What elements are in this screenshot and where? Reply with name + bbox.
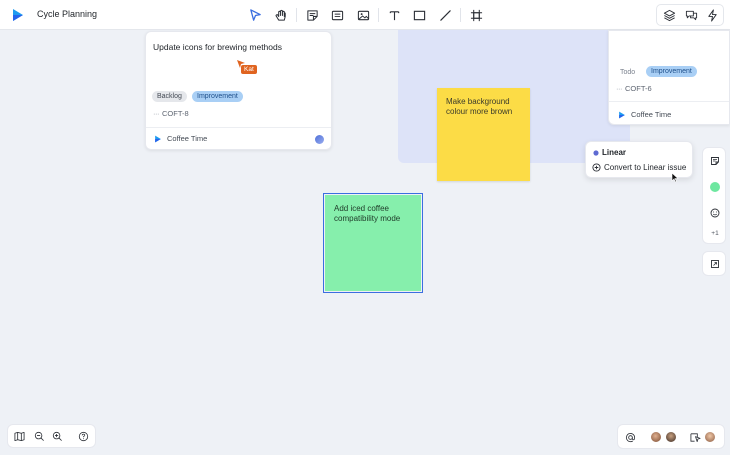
- reaction-button[interactable]: [708, 206, 722, 220]
- frame-tool-button[interactable]: [467, 6, 485, 24]
- status-tag: Backlog: [152, 91, 187, 102]
- help-button[interactable]: [77, 430, 90, 443]
- issue-card[interactable]: Update icons for brewing methods Backlog…: [145, 31, 332, 150]
- board-title[interactable]: Cycle Planning: [37, 9, 97, 19]
- mouse-pointer-icon: [671, 172, 679, 183]
- zoom-out-icon: [34, 431, 44, 441]
- card-divider: [609, 101, 729, 102]
- label-tag: Improvement: [646, 66, 697, 77]
- card-icon: [331, 10, 343, 20]
- pointer-tool-button[interactable]: [246, 6, 264, 24]
- popup-title: Linear: [602, 148, 627, 157]
- map-icon: [14, 431, 25, 442]
- minimap-button[interactable]: [13, 430, 26, 443]
- collaborator-avatar[interactable]: [650, 431, 662, 443]
- text-tool-button[interactable]: [385, 6, 403, 24]
- lightning-icon: [707, 8, 717, 22]
- issue-id: ··· COFT-8: [153, 109, 189, 118]
- follow-cursor-icon: [690, 433, 701, 443]
- text-icon: [389, 10, 399, 20]
- image-tool-button[interactable]: [354, 6, 372, 24]
- popup-header: Linear: [593, 148, 626, 157]
- rectangle-icon: [413, 10, 425, 20]
- sticky-note[interactable]: Make background colour more brown: [437, 88, 530, 181]
- frame-icon: [470, 9, 482, 21]
- help-icon: [78, 431, 89, 442]
- view-controls: [7, 424, 96, 448]
- priority-icon: ···: [616, 84, 623, 93]
- issue-id-text: COFT-8: [162, 109, 189, 118]
- toolbar-divider: [296, 8, 297, 22]
- assignee-avatar[interactable]: [315, 135, 324, 144]
- reaction-count[interactable]: +1: [708, 226, 722, 240]
- linear-logo-icon: [619, 111, 625, 118]
- image-icon: [357, 10, 369, 20]
- team-name: Coffee Time: [167, 134, 208, 143]
- layers-button[interactable]: [660, 6, 678, 24]
- comments-icon: [685, 10, 697, 20]
- toolbar-divider: [378, 8, 379, 22]
- line-icon: [439, 9, 451, 21]
- card-tool-button[interactable]: [328, 6, 346, 24]
- sticky-note-selected[interactable]: Add iced coffee compatibility mode: [325, 195, 421, 291]
- status-tag: Todo: [620, 69, 636, 76]
- selected-color-swatch: [710, 182, 720, 192]
- at-icon: [625, 433, 636, 443]
- sticky-note-tool-button[interactable]: [303, 6, 321, 24]
- lightning-button[interactable]: [703, 6, 721, 24]
- right-toolbar: [656, 4, 724, 26]
- reaction-count-text: +1: [711, 229, 719, 237]
- toolbar-divider: [460, 8, 461, 22]
- color-picker-button[interactable]: [708, 180, 722, 194]
- app-logo[interactable]: [11, 8, 25, 22]
- follow-button[interactable]: [689, 431, 702, 444]
- top-bar: Cycle Planning: [0, 0, 730, 30]
- linear-issue-button[interactable]: [708, 154, 722, 168]
- issue-id: ··· COFT-6: [616, 84, 652, 93]
- cursor-arrow-icon: [249, 8, 261, 21]
- line-tool-button[interactable]: [436, 6, 454, 24]
- convert-label: Convert to Linear issue: [604, 163, 687, 172]
- collaborator-name: Kat: [241, 65, 257, 74]
- card-team: Coffee Time: [154, 134, 207, 143]
- convert-to-issue-button[interactable]: Convert to Linear issue: [592, 163, 686, 172]
- card-divider: [146, 127, 331, 128]
- issue-card[interactable]: Todo Improvement ··· COFT-6 Coffee Time: [608, 30, 730, 125]
- card-team: Coffee Time: [618, 110, 671, 119]
- zoom-out-button[interactable]: [33, 430, 46, 443]
- linear-logo-icon: [155, 135, 161, 142]
- sticky-note-icon: [306, 9, 318, 21]
- hand-tool-button[interactable]: [272, 6, 290, 24]
- mention-button[interactable]: [624, 431, 637, 444]
- issue-id-text: COFT-6: [625, 84, 652, 93]
- priority-icon: ···: [153, 109, 160, 118]
- collaborator-avatar[interactable]: [665, 431, 677, 443]
- issue-note-icon: [711, 157, 719, 165]
- rectangle-tool-button[interactable]: [410, 6, 428, 24]
- zoom-in-button[interactable]: [51, 430, 64, 443]
- context-toolbar: +1: [702, 147, 726, 244]
- expand-icon: [711, 260, 719, 268]
- card-title: Update icons for brewing methods: [153, 42, 282, 52]
- zoom-in-icon: [52, 431, 62, 441]
- expand-button[interactable]: [708, 257, 722, 271]
- layers-icon: [663, 9, 675, 21]
- collaborators-bar: [617, 424, 725, 449]
- user-avatar[interactable]: [704, 431, 716, 443]
- expand-toolbar: [702, 251, 726, 276]
- hand-icon: [275, 9, 286, 21]
- label-tag: Improvement: [192, 91, 243, 102]
- smiley-icon: [710, 208, 720, 218]
- comments-button[interactable]: [682, 6, 700, 24]
- linear-logo-icon: [593, 149, 599, 156]
- plus-circle-icon: [592, 163, 601, 172]
- team-name: Coffee Time: [631, 110, 672, 119]
